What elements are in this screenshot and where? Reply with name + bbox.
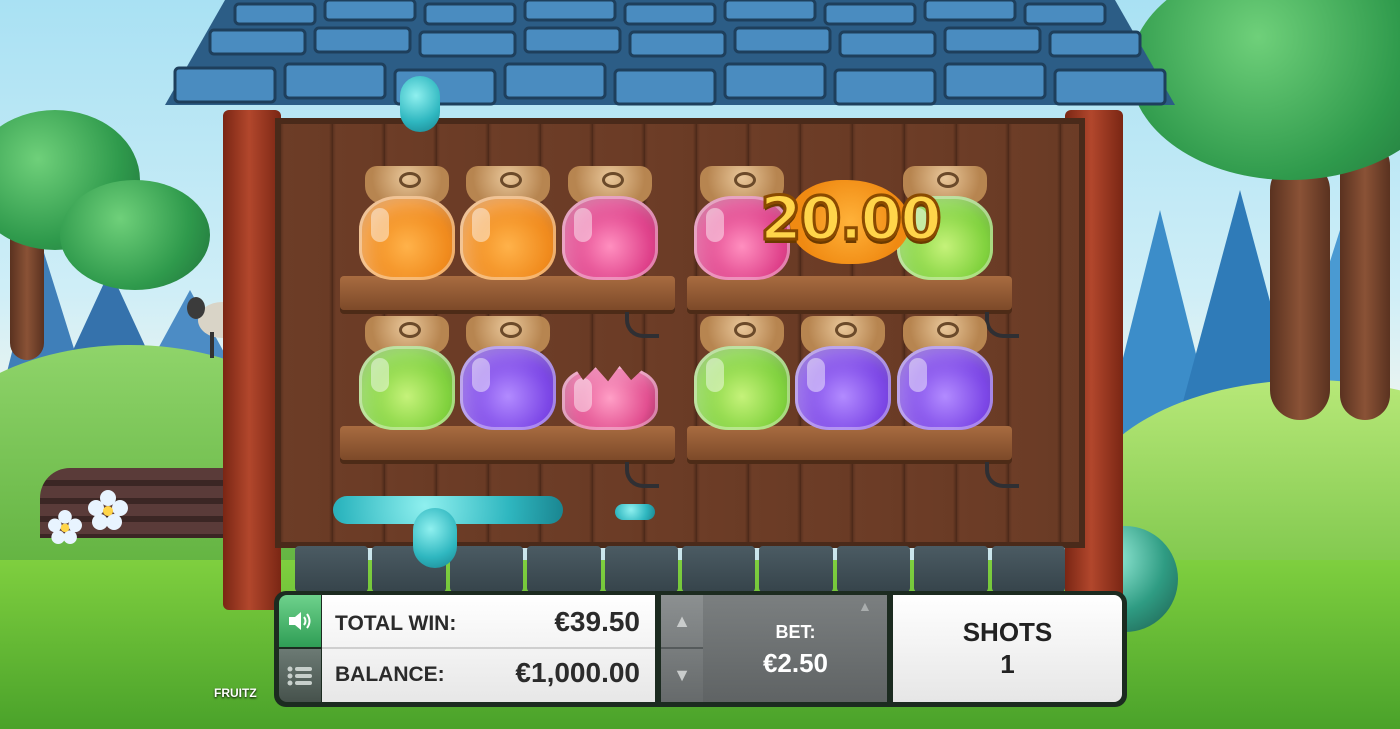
stone-base — [295, 546, 1066, 592]
shots-label: SHOTS — [962, 617, 1053, 647]
win-popup: 20.00 — [745, 172, 955, 272]
menu-list-icon — [287, 666, 312, 685]
divider — [322, 647, 655, 649]
balance-label: BALANCE: — [335, 663, 445, 686]
flower-icon — [88, 490, 128, 530]
jar-purple — [793, 316, 893, 434]
slime-drip — [413, 508, 457, 568]
bet-decrease-button[interactable]: ▼ — [661, 649, 703, 701]
brand-logo: FRUITZ — [214, 686, 257, 700]
jar-orange — [357, 166, 457, 284]
post-left — [223, 110, 281, 610]
jar-cabinet — [165, 0, 1175, 610]
shots-value: 1 — [1000, 649, 1015, 679]
speaker-icon — [289, 612, 311, 630]
jar-purple — [458, 316, 558, 434]
bet-increase-button[interactable]: ▲ — [661, 595, 703, 649]
total-win-label: TOTAL WIN: — [335, 612, 457, 635]
bet-value: €2.50 — [762, 648, 829, 678]
chevron-up-icon: ▲ — [858, 598, 872, 614]
tree-canopy-left-2 — [60, 180, 210, 290]
menu-button[interactable] — [279, 649, 321, 702]
jar-orange — [458, 166, 558, 284]
jar-pink — [560, 166, 660, 284]
jar-broken — [560, 316, 660, 434]
tree-trunk-right-2 — [1340, 140, 1390, 420]
bet-stepper: ▲ ▼ — [661, 595, 703, 702]
jar-green — [357, 316, 457, 434]
slime-drip — [400, 76, 440, 132]
chevron-down-icon: ▼ — [673, 664, 691, 685]
game-scene: 20.00 TOTAL WIN: €39.50 BALANCE: €1,000.… — [0, 0, 1400, 729]
balance-value: €1,000.00 — [515, 657, 640, 688]
bet-label: BET: — [775, 622, 816, 642]
jar-green — [692, 316, 792, 434]
roof — [165, 0, 1175, 106]
chevron-up-icon: ▲ — [673, 610, 691, 631]
sound-button[interactable] — [279, 595, 321, 647]
flower-icon — [48, 510, 82, 544]
win-amount: 20.00 — [759, 183, 944, 256]
slime-drip — [615, 504, 655, 520]
tree-trunk-right — [1270, 160, 1330, 420]
total-win-value: €39.50 — [554, 606, 640, 637]
jar-purple — [895, 316, 995, 434]
